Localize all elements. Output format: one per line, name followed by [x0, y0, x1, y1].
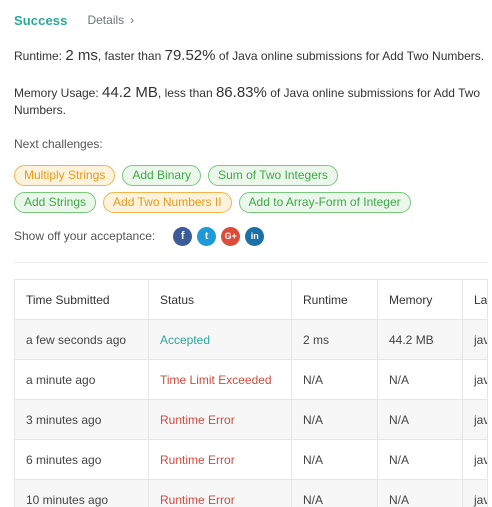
- memory-mid: , less than: [157, 86, 213, 100]
- memory-stat: Memory Usage: 44.2 MB, less than 86.83% …: [14, 84, 480, 119]
- runtime-percent: 79.52%: [164, 47, 216, 64]
- cell-language: java: [462, 479, 487, 507]
- challenge-tag[interactable]: Add Binary: [122, 165, 202, 186]
- share-row: Show off your acceptance: f t G+ in: [14, 226, 269, 246]
- next-challenges-row-2: Add Strings Add Two Numbers II Add to Ar…: [14, 192, 484, 213]
- cell-memory: N/A: [377, 439, 463, 480]
- status-row: Success Details ›: [14, 11, 134, 29]
- cell-runtime: N/A: [291, 479, 378, 507]
- column-header-time: Time Submitted: [15, 280, 149, 320]
- cell-language: java: [462, 439, 487, 480]
- facebook-icon[interactable]: f: [173, 226, 193, 246]
- next-challenges-row-1: Multiply Strings Add Binary Sum of Two I…: [14, 165, 484, 186]
- challenge-tag[interactable]: Multiply Strings: [14, 165, 116, 186]
- column-header-runtime: Runtime: [291, 280, 378, 320]
- cell-runtime: 2 ms: [291, 319, 378, 360]
- cell-memory: N/A: [377, 479, 463, 507]
- runtime-tail: of Java online submissions for Add Two N…: [218, 49, 485, 63]
- details-link[interactable]: Details ›: [87, 13, 134, 27]
- chevron-right-icon: ›: [130, 13, 135, 27]
- cell-time: 10 minutes ago: [15, 479, 149, 507]
- linkedin-icon[interactable]: in: [245, 226, 265, 246]
- table-row: a few seconds ago Accepted 2 ms 44.2 MB …: [15, 319, 487, 360]
- cell-runtime: N/A: [291, 439, 378, 480]
- runtime-label: Runtime:: [14, 49, 63, 63]
- memory-value: 44.2 MB: [102, 84, 158, 101]
- divider: [14, 262, 488, 263]
- cell-time: a minute ago: [15, 359, 149, 400]
- cell-runtime: N/A: [291, 359, 378, 400]
- memory-tail: of Java online submissions for Add Two: [270, 86, 481, 100]
- cell-runtime: N/A: [291, 399, 378, 440]
- table-row: 10 minutes ago Runtime Error N/A N/A jav…: [15, 479, 487, 507]
- challenge-tag[interactable]: Sum of Two Integers: [208, 165, 338, 186]
- cell-memory: N/A: [377, 399, 463, 440]
- cell-time: 6 minutes ago: [15, 439, 149, 480]
- runtime-value: 2 ms: [65, 47, 98, 64]
- memory-percent: 86.83%: [215, 84, 267, 101]
- success-status: Success: [14, 12, 68, 28]
- cell-memory: N/A: [377, 359, 463, 400]
- cell-status-link[interactable]: Accepted: [148, 319, 292, 360]
- cell-memory: 44.2 MB: [377, 319, 463, 360]
- cell-status-link[interactable]: Runtime Error: [148, 439, 292, 480]
- runtime-mid: , faster than: [97, 49, 162, 63]
- cell-language: java: [462, 319, 487, 360]
- cell-status-link[interactable]: Time Limit Exceeded: [148, 359, 292, 400]
- challenge-tag[interactable]: Add Strings: [14, 192, 97, 213]
- next-challenges-label: Next challenges:: [14, 137, 103, 151]
- table-row: 6 minutes ago Runtime Error N/A N/A java: [15, 439, 487, 480]
- column-header-memory: Memory: [377, 280, 463, 320]
- column-header-language: Language: [462, 280, 487, 320]
- submission-result-panel: Success Details › Runtime: 2 ms, faster …: [0, 0, 492, 507]
- table-row: 3 minutes ago Runtime Error N/A N/A java: [15, 399, 487, 440]
- table-header-row: Time Submitted Status Runtime Memory Lan…: [15, 280, 487, 320]
- share-label: Show off your acceptance:: [14, 229, 156, 243]
- cell-time: 3 minutes ago: [15, 399, 149, 440]
- cell-language: java: [462, 399, 487, 440]
- submissions-table: Time Submitted Status Runtime Memory Lan…: [14, 279, 488, 507]
- cell-status-link[interactable]: Runtime Error: [148, 399, 292, 440]
- challenge-tag[interactable]: Add to Array-Form of Integer: [238, 192, 411, 213]
- cell-time: a few seconds ago: [15, 319, 149, 360]
- challenge-tag[interactable]: Add Two Numbers II: [103, 192, 232, 213]
- twitter-icon[interactable]: t: [197, 226, 217, 246]
- cell-status-link[interactable]: Runtime Error: [148, 479, 292, 507]
- runtime-stat: Runtime: 2 ms, faster than 79.52% of Jav…: [14, 47, 484, 65]
- column-header-status: Status: [148, 280, 292, 320]
- memory-tail-line2: Numbers.: [14, 103, 67, 117]
- google-plus-icon[interactable]: G+: [221, 226, 241, 246]
- cell-language: java: [462, 359, 487, 400]
- table-row: a minute ago Time Limit Exceeded N/A N/A…: [15, 359, 487, 400]
- memory-label: Memory Usage:: [14, 86, 99, 100]
- details-label: Details: [87, 13, 125, 27]
